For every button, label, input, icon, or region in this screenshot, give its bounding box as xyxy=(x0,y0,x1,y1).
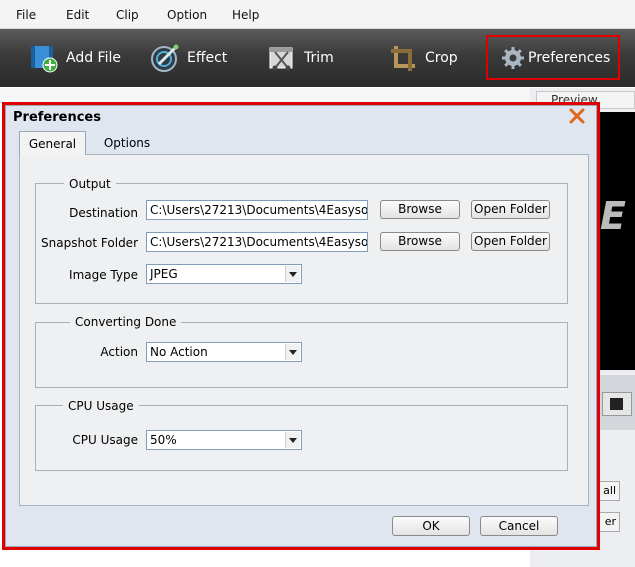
preferences-highlight xyxy=(486,35,620,80)
destination-label: Destination xyxy=(69,206,138,220)
snapshot-folder-label: Snapshot Folder xyxy=(41,236,138,250)
dialog-title: Preferences xyxy=(13,110,101,125)
chevron-down-icon[interactable] xyxy=(285,266,300,282)
image-type-value: JPEG xyxy=(150,267,178,281)
action-select[interactable]: No Action xyxy=(146,342,302,362)
trim-icon xyxy=(266,42,298,74)
image-type-label: Image Type xyxy=(69,268,138,282)
chevron-down-icon[interactable] xyxy=(285,432,300,448)
menu-edit[interactable]: Edit xyxy=(66,8,89,22)
snapshot-open-folder-button[interactable]: Open Folder xyxy=(471,232,550,251)
destination-open-folder-button[interactable]: Open Folder xyxy=(471,200,550,219)
cpu-usage-label: CPU Usage xyxy=(72,433,138,447)
tab-options[interactable]: Options xyxy=(92,131,162,155)
stop-button[interactable] xyxy=(602,392,632,416)
action-label: Action xyxy=(100,345,138,359)
converting-done-legend: Converting Done xyxy=(70,315,182,329)
snapshot-browse-button[interactable]: Browse xyxy=(380,232,460,251)
menu-bar: File Edit Clip Option Help xyxy=(0,0,635,29)
crop-button[interactable]: Crop xyxy=(387,29,458,87)
action-value: No Action xyxy=(150,345,208,359)
output-legend: Output xyxy=(64,177,116,191)
close-icon[interactable] xyxy=(568,107,586,125)
trim-label: Trim xyxy=(304,50,334,66)
preview-logo-text: E xyxy=(600,194,626,238)
effect-label: Effect xyxy=(187,50,228,66)
add-file-button[interactable]: Add File xyxy=(28,29,121,87)
menu-clip[interactable]: Clip xyxy=(116,8,139,22)
merge-all-button[interactable]: all xyxy=(598,481,620,501)
cpu-usage-legend: CPU Usage xyxy=(63,399,139,413)
convert-button[interactable]: er xyxy=(598,512,620,532)
cpu-usage-value: 50% xyxy=(150,433,177,447)
cpu-usage-select[interactable]: 50% xyxy=(146,430,302,450)
image-type-select[interactable]: JPEG xyxy=(146,264,302,284)
add-file-icon xyxy=(28,42,60,74)
file-list-header xyxy=(0,88,530,103)
tab-general[interactable]: General xyxy=(19,131,86,155)
effect-icon xyxy=(149,42,181,74)
preview-screen: E xyxy=(598,112,635,370)
menu-option[interactable]: Option xyxy=(167,8,207,22)
chevron-down-icon[interactable] xyxy=(285,344,300,360)
crop-icon xyxy=(387,42,419,74)
snapshot-folder-field[interactable]: C:\Users\27213\Documents\4Easysoft Studi… xyxy=(146,232,368,252)
effect-button[interactable]: Effect xyxy=(149,29,227,87)
trim-button[interactable]: Trim xyxy=(266,29,334,87)
ok-button[interactable]: OK xyxy=(392,516,470,536)
menu-file[interactable]: File xyxy=(16,8,36,22)
destination-field[interactable]: C:\Users\27213\Documents\4Easysoft Studi… xyxy=(146,200,368,220)
add-file-label: Add File xyxy=(66,50,121,66)
destination-browse-button[interactable]: Browse xyxy=(380,200,460,219)
menu-help[interactable]: Help xyxy=(232,8,259,22)
crop-label: Crop xyxy=(425,50,458,66)
cancel-button[interactable]: Cancel xyxy=(480,516,558,536)
